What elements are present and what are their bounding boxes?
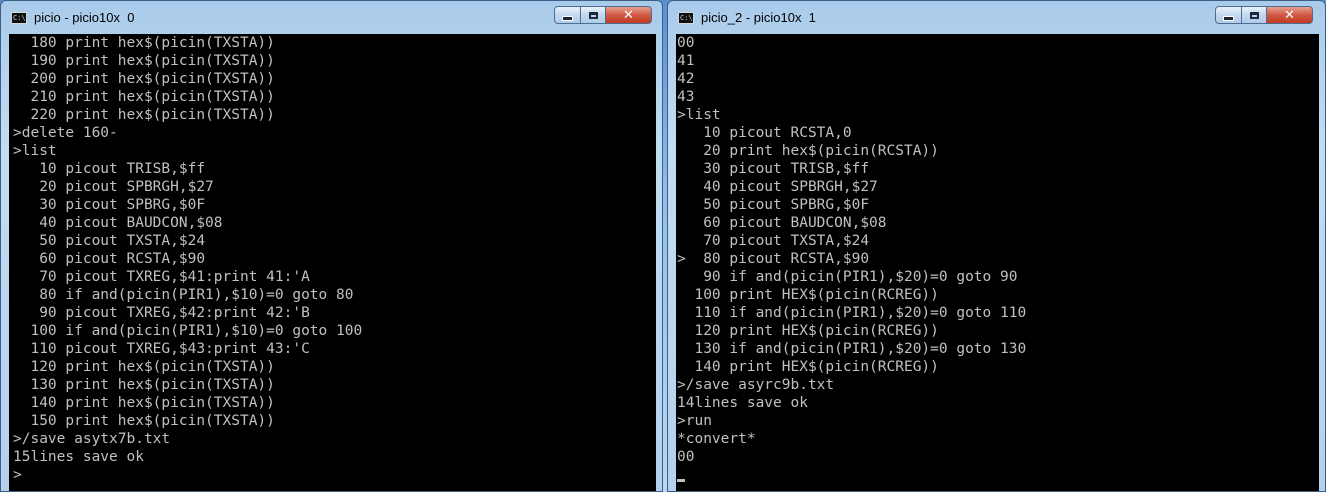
maximize-button[interactable] [580,6,606,24]
title-bar[interactable]: C:\ picio_2 - picio10x 1 ✕ [668,1,1325,34]
console-line: 120 print HEX$(picin(RCREG)) [677,323,939,339]
console-line: 70 picout TXSTA,$24 [677,233,870,249]
console-line: 10 picout TRISB,$ff [13,161,206,177]
console-line: 130 if and(picin(PIR1),$20)=0 goto 130 [677,341,1027,357]
console-line: 110 picout TXREG,$43:print 43:'C [13,341,310,357]
console-line: 40 picout SPBRGH,$27 [677,179,878,195]
minimize-icon [562,15,573,21]
minimize-button[interactable] [554,6,580,24]
console-line: 42 [677,71,695,87]
maximize-icon [588,11,598,19]
close-button[interactable]: ✕ [1267,6,1313,24]
console-line: 180 print hex$(picin(TXSTA)) [13,35,275,51]
close-icon: ✕ [1284,7,1295,23]
console-line: 20 print hex$(picin(RCSTA)) [677,143,939,159]
console-line: >list [677,107,721,123]
console-line [676,466,1319,484]
console-output[interactable]: 00 41 42 43 >list 10 picout RCSTA,0 20 print… [676,34,1319,491]
console-line: 110 if and(picin(PIR1),$20)=0 goto 110 [677,305,1027,321]
console-line: 130 print hex$(picin(TXSTA)) [13,377,275,393]
console-line: 220 print hex$(picin(TXSTA)) [13,107,275,123]
console-line: > [13,467,22,483]
console-line: 140 print hex$(picin(TXSTA)) [13,395,275,411]
console-line: 20 picout SPBRGH,$27 [13,179,214,195]
window-title: picio_2 - picio10x 1 [701,10,816,25]
console-line: *convert* [677,431,756,447]
console-window-1[interactable]: C:\ picio - picio10x 0 ✕ 180 print hex$(… [0,0,663,492]
window-title: picio - picio10x 0 [34,10,135,25]
console-line: 60 picout BAUDCON,$08 [677,215,887,231]
window-controls: ✕ [554,6,652,25]
console-lines: 180 print hex$(picin(TXSTA)) 190 print h… [9,34,656,484]
minimize-button[interactable] [1215,6,1241,24]
close-icon: ✕ [623,7,634,23]
console-window-2[interactable]: C:\ picio_2 - picio10x 1 ✕ 00 41 42 43 >list… [667,0,1326,492]
console-lines: 00 41 42 43 >list 10 picout RCSTA,0 20 print… [676,34,1319,484]
maximize-icon [1249,11,1259,19]
console-line: 50 picout SPBRG,$0F [677,197,870,213]
console-line: >/save asyrc9b.txt [677,377,835,393]
console-line: 41 [677,53,695,69]
console-line: 100 if and(picin(PIR1),$10)=0 goto 100 [13,323,363,339]
console-line: 80 if and(picin(PIR1),$10)=0 goto 80 [13,287,354,303]
console-line: 14lines save ok [677,395,808,411]
console-line: 30 picout SPBRG,$0F [13,197,206,213]
console-line: 15lines save ok [13,449,144,465]
title-bar[interactable]: C:\ picio - picio10x 0 ✕ [1,1,662,34]
console-line: 50 picout TXSTA,$24 [13,233,206,249]
window-controls: ✕ [1215,6,1313,25]
console-output[interactable]: 180 print hex$(picin(TXSTA)) 190 print h… [9,34,656,491]
console-line: 00 [677,449,695,465]
console-app-icon: C:\ [678,12,694,24]
console-line: 90 if and(picin(PIR1),$20)=0 goto 90 [677,269,1018,285]
console-line: >delete 160- [13,125,118,141]
console-line: 30 picout TRISB,$ff [677,161,870,177]
text-cursor [677,479,685,482]
console-line: >/save asytx7b.txt [13,431,171,447]
maximize-button[interactable] [1241,6,1267,24]
console-line: >run [677,413,712,429]
minimize-icon [1223,15,1234,21]
close-button[interactable]: ✕ [606,6,652,24]
console-line: 60 picout RCSTA,$90 [13,251,206,267]
console-line: > 80 picout RCSTA,$90 [677,251,870,267]
console-line: 70 picout TXREG,$41:print 41:'A [13,269,310,285]
console-line: 00 [677,35,695,51]
console-app-icon: C:\ [11,12,27,24]
console-line: 40 picout BAUDCON,$08 [13,215,223,231]
console-line: 43 [677,89,695,105]
console-line: 100 print HEX$(picin(RCREG)) [677,287,939,303]
console-line: 90 picout TXREG,$42:print 42:'B [13,305,310,321]
console-line: 200 print hex$(picin(TXSTA)) [13,71,275,87]
console-line: 140 print HEX$(picin(RCREG)) [677,359,939,375]
console-line: 210 print hex$(picin(TXSTA)) [13,89,275,105]
console-line: >list [13,143,57,159]
console-line: 10 picout RCSTA,0 [677,125,852,141]
console-line: 120 print hex$(picin(TXSTA)) [13,359,275,375]
console-line: 150 print hex$(picin(TXSTA)) [13,413,275,429]
console-line: 190 print hex$(picin(TXSTA)) [13,53,275,69]
